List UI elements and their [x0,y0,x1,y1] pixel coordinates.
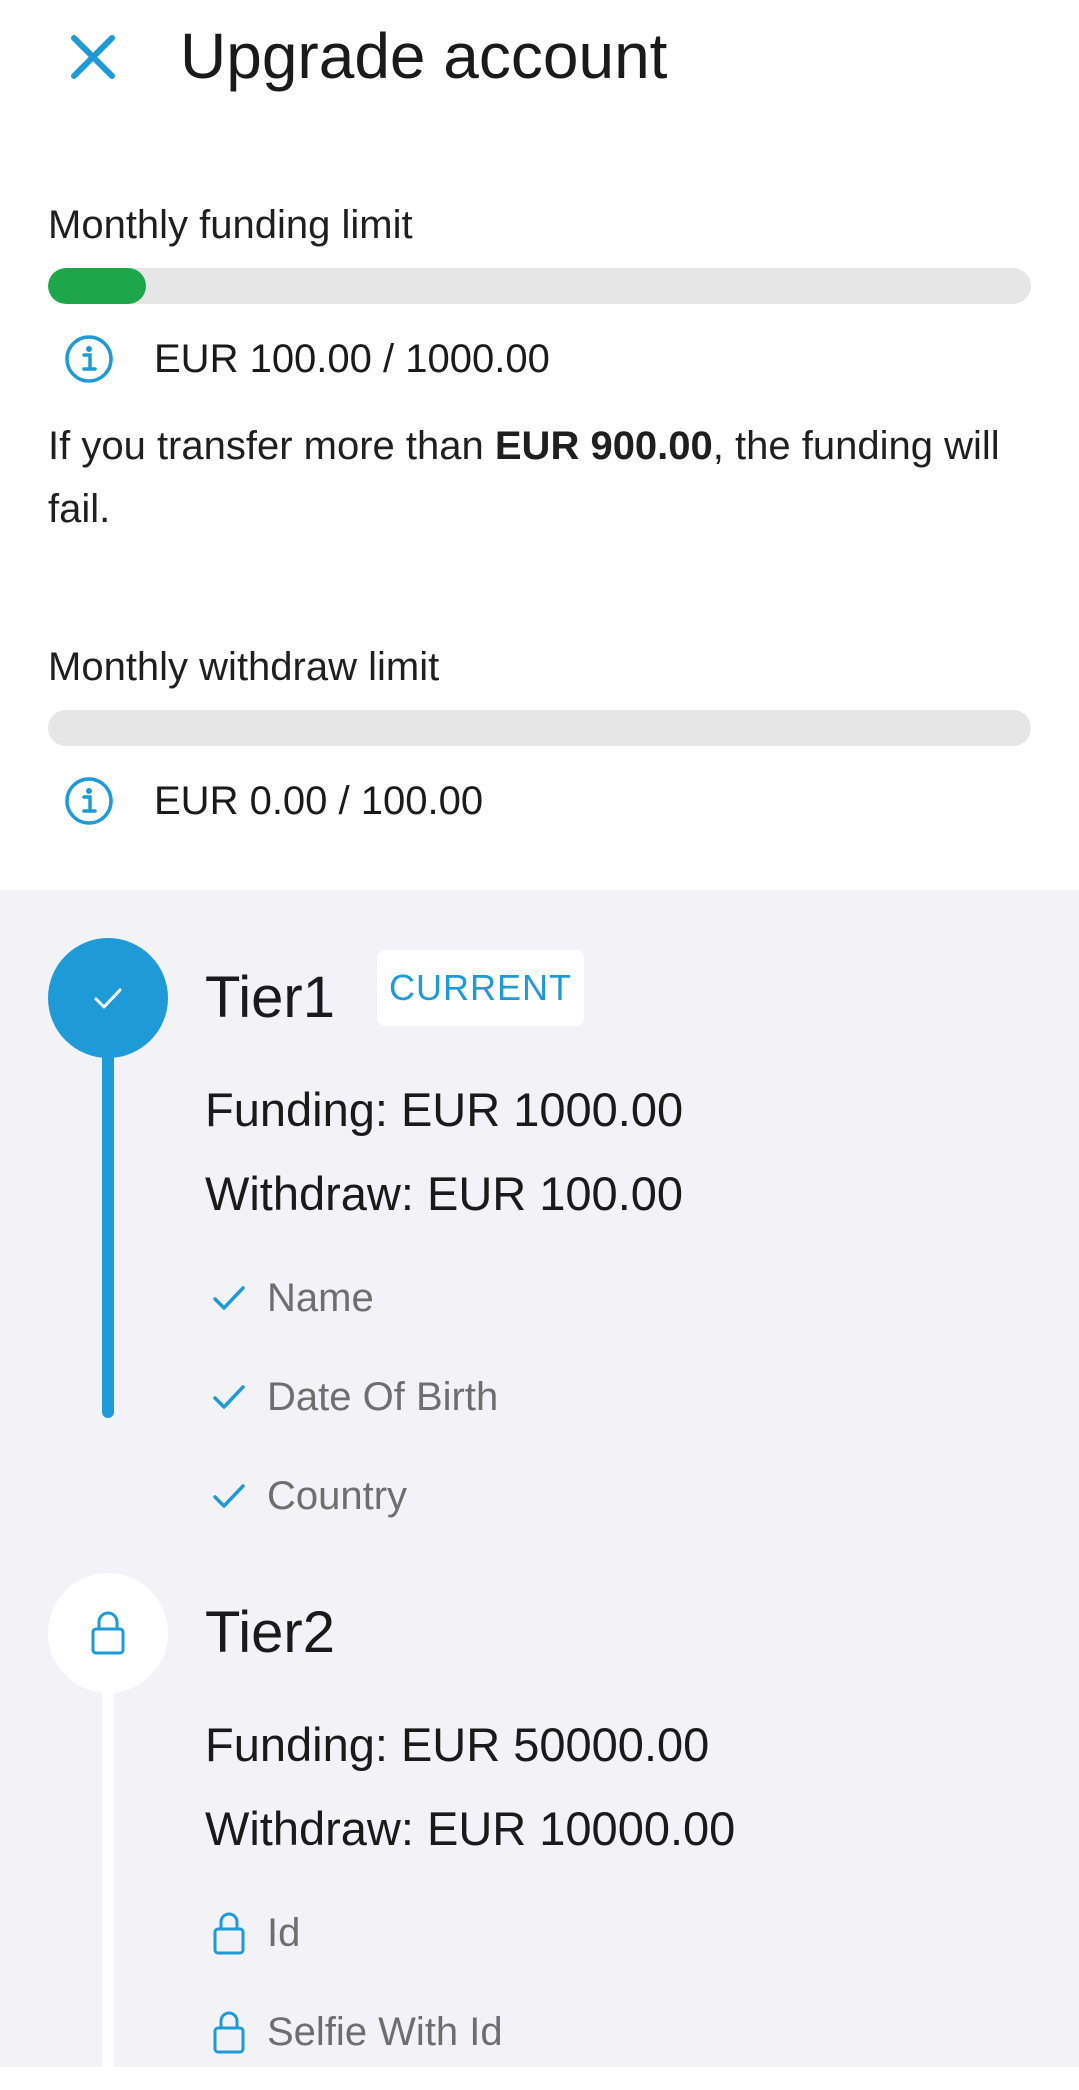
requirement-label: Id [267,1911,301,1955]
check-icon [205,1274,253,1322]
close-button[interactable] [58,22,128,92]
withdraw-limit-value-row: EUR 0.00 / 100.00 [48,776,483,826]
tiers-list: Tier1 CURRENT Funding: EUR 1000.00 Withd… [0,890,1079,2090]
close-icon [71,35,115,79]
tier1-title: Tier1 [205,965,335,1030]
requirement-item: Selfie With Id [205,2007,503,2057]
tier2-withdraw: Withdraw: EUR 10000.00 [205,1802,736,1855]
tier2-funding: Funding: EUR 50000.00 [205,1718,710,1771]
funding-progress-bar [48,268,1031,304]
funding-progress-fill [48,268,147,304]
requirement-item: Name [205,1273,374,1323]
tier2-progress-line [102,1630,114,2090]
tier2-title: Tier2 [205,1600,335,1665]
requirement-item: Country [205,1471,407,1521]
tier2-status-circle [48,1573,168,1693]
tier1-withdraw: Withdraw: EUR 100.00 [205,1167,684,1220]
withdraw-limit-label: Monthly withdraw limit [48,645,440,689]
funding-limit-value: EUR 100.00 / 1000.00 [154,337,550,381]
check-icon [205,1472,253,1520]
page-title: Upgrade account [180,20,668,92]
withdraw-limit-section: Monthly withdraw limit EUR 0.00 / 100.00 [48,640,1031,825]
check-icon [205,1373,253,1421]
funding-limit-section: Monthly funding limit EUR 100.00 / 1000.… [48,198,1031,383]
tier1-funding: Funding: EUR 1000.00 [205,1083,684,1136]
check-icon [94,988,122,1009]
requirement-label: Name [267,1276,374,1320]
requirement-label: Country [267,1474,408,1518]
withdraw-limit-value: EUR 0.00 / 100.00 [154,779,484,823]
requirement-label: Date Of Birth [267,1375,499,1419]
current-badge: CURRENT [377,950,584,1026]
withdraw-progress-bar [48,710,1031,746]
tier1-status-circle [48,938,168,1058]
funding-limit-value-row: EUR 100.00 / 1000.00 [48,334,550,384]
info-icon[interactable] [64,334,114,384]
funding-warning-text: If you transfer more than EUR 900.00, th… [48,415,1038,541]
requirement-item: Date Of Birth [205,1372,498,1422]
header: Upgrade account [0,0,1079,120]
warning-amount: EUR 900.00 [494,424,713,468]
info-icon[interactable] [64,776,114,826]
lock-icon [205,1909,253,1957]
funding-limit-label: Monthly funding limit [48,203,413,247]
warning-prefix: If you transfer more than [48,424,495,468]
lock-icon [91,1611,125,1655]
requirement-item: Id [205,1908,300,1958]
requirement-label: Selfie With Id [267,2010,503,2054]
lock-icon [205,2008,253,2056]
